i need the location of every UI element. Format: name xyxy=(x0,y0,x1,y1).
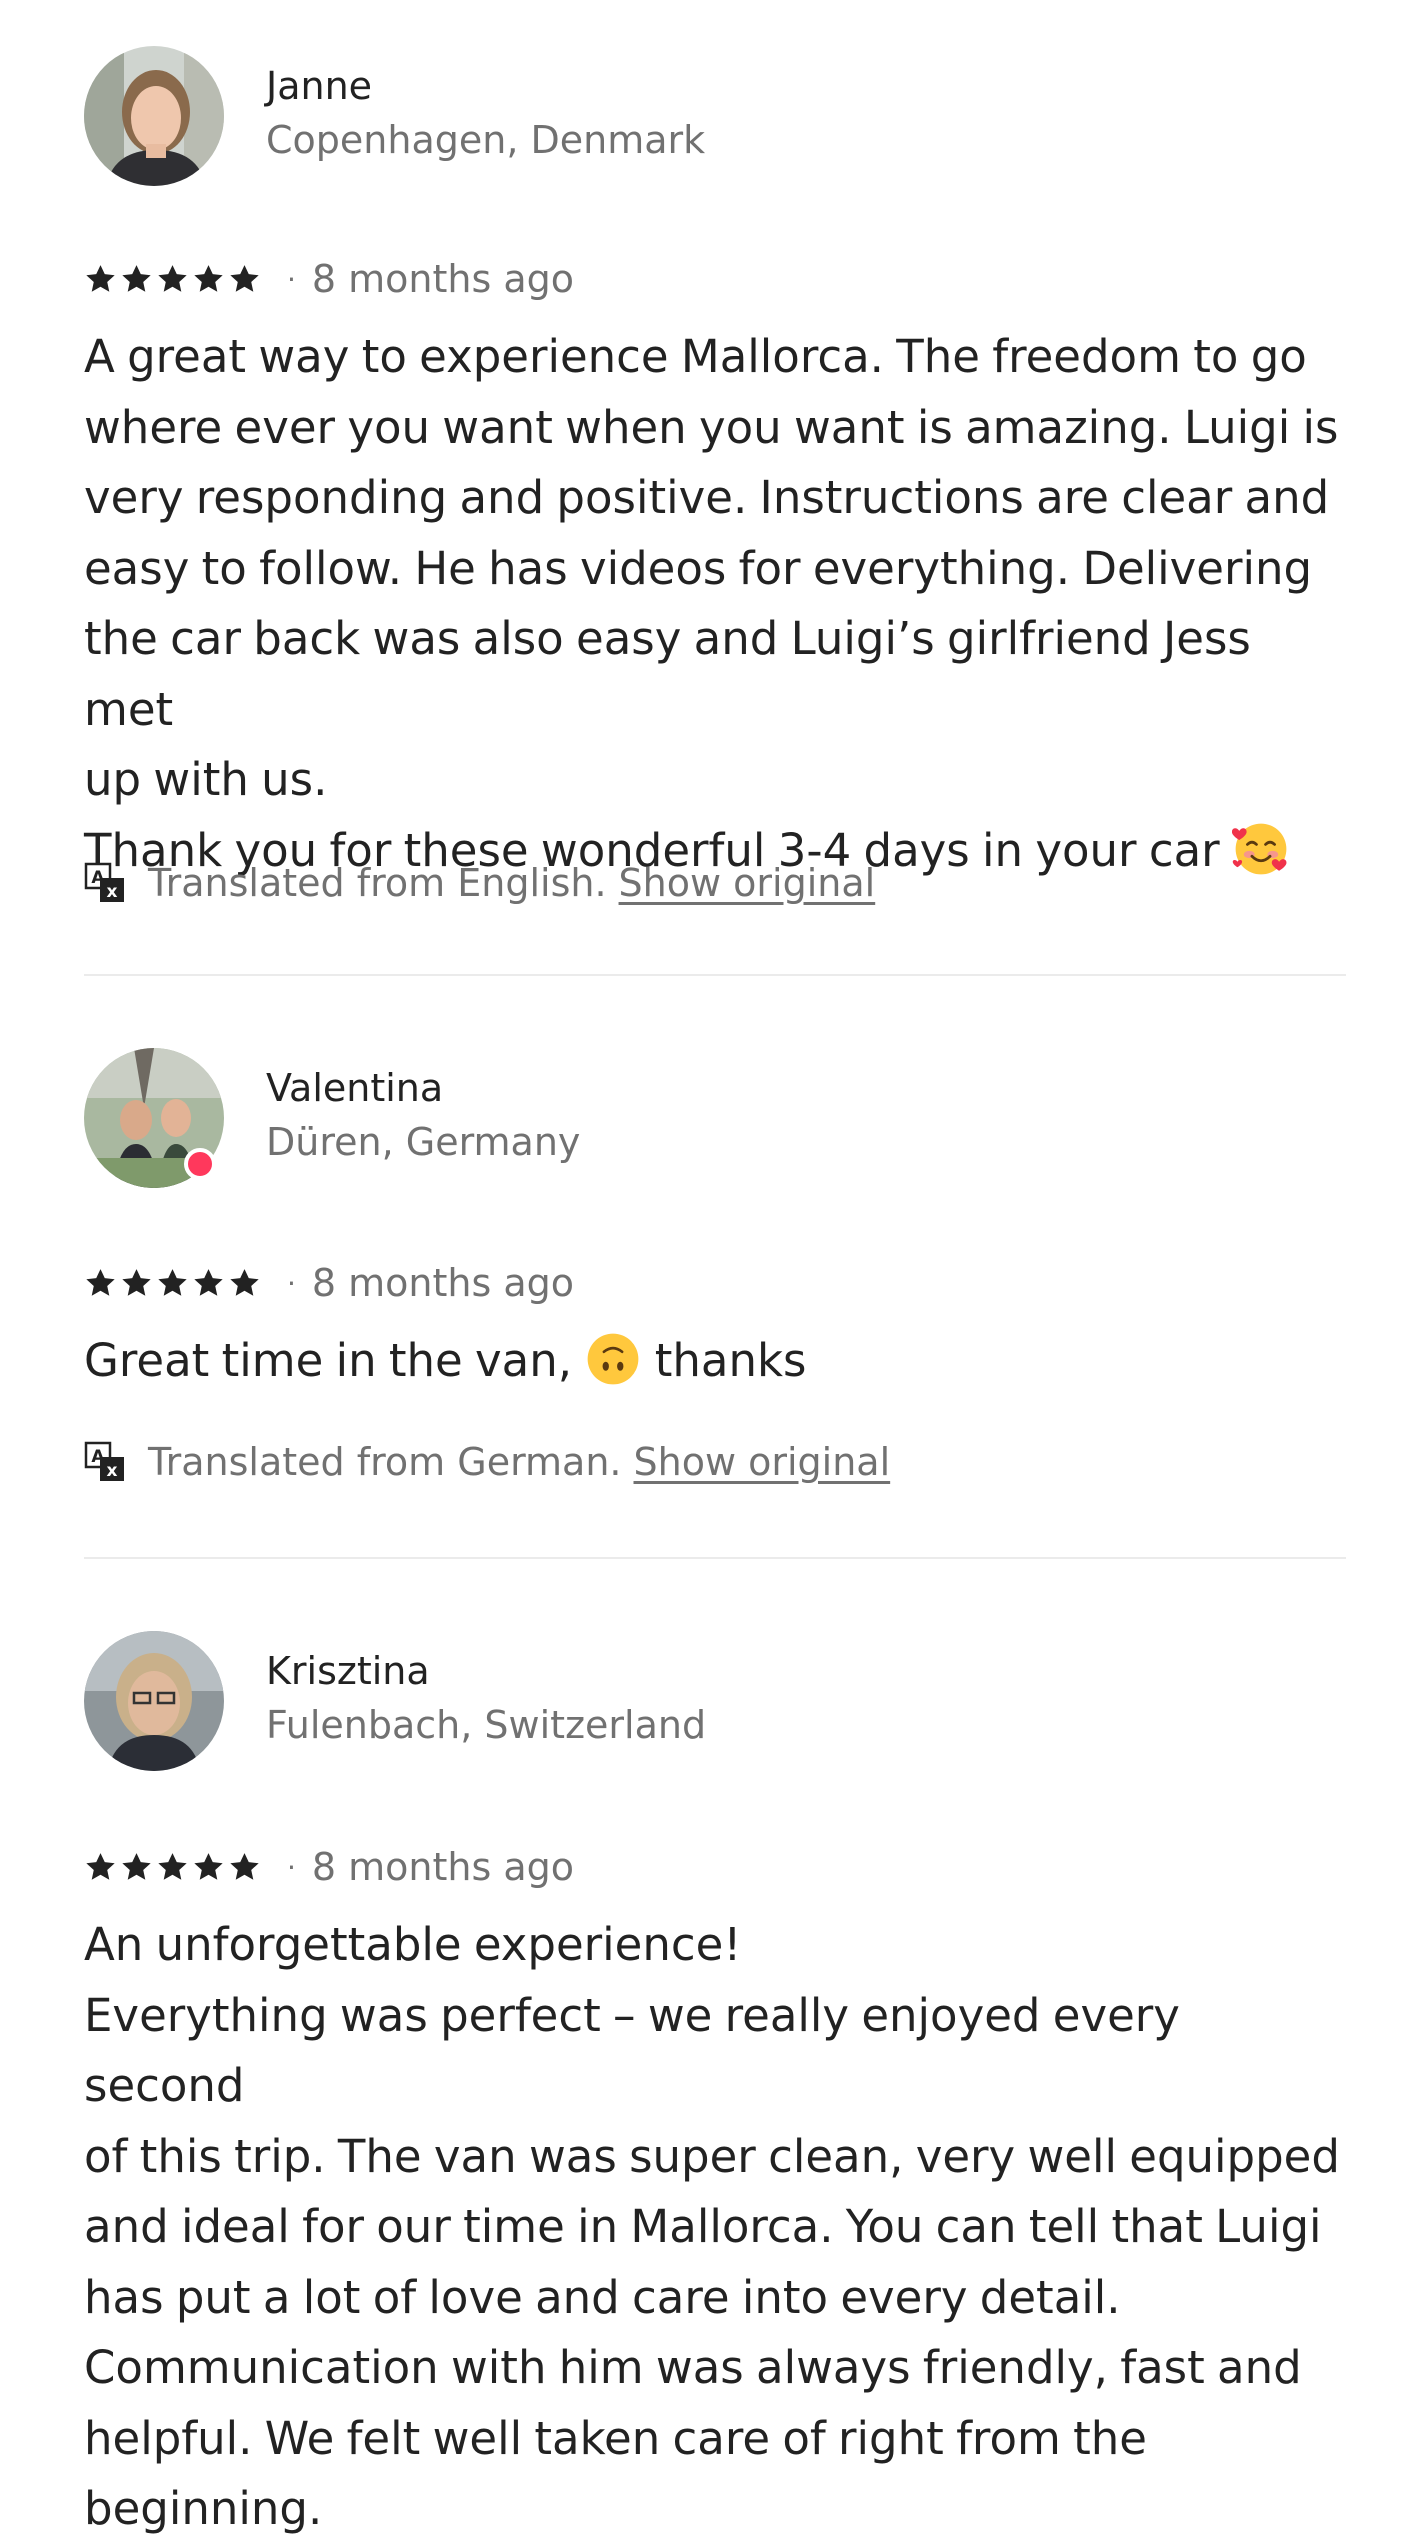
star-icon xyxy=(194,264,223,292)
review-divider xyxy=(84,974,1346,976)
reviews-list: Janne Copenhagen, Denmark · 8 months ago… xyxy=(0,0,1423,2535)
review-text-line: beginning. xyxy=(84,2482,323,2535)
reviewer-name: Valentina xyxy=(266,1066,444,1110)
reviewer-location: Fulenbach, Switzerland xyxy=(266,1703,707,1747)
star-icon xyxy=(122,1852,151,1880)
review-text-line: Everything was perfect – we really enjoy… xyxy=(84,1988,1180,2113)
review-card: Krisztina Fulenbach, Switzerland · 8 mon… xyxy=(84,1631,1346,2535)
review-header: Krisztina Fulenbach, Switzerland xyxy=(84,1631,1346,1771)
star-icon xyxy=(122,1268,151,1296)
review-text-line: Communication with him was always friend… xyxy=(84,2341,1302,2394)
review-text-line: A great way to experience Mallorca. The … xyxy=(84,330,1307,383)
rating-row: · 8 months ago xyxy=(84,254,574,304)
review-date: 8 months ago xyxy=(311,1845,575,1889)
review-header: Janne Copenhagen, Denmark xyxy=(84,46,1346,186)
star-icon xyxy=(230,1268,259,1296)
star-icon xyxy=(122,264,151,292)
svg-text:x: x xyxy=(107,882,118,902)
rating-row: · 8 months ago xyxy=(84,1258,574,1308)
review-text: A great way to experience Mallorca. The … xyxy=(84,322,1346,886)
review-text-line: and ideal for our time in Mallorca. You … xyxy=(84,2200,1322,2253)
review-text-line: helpful. We felt well taken care of righ… xyxy=(84,2411,1147,2465)
review-text-line: of this trip. The van was super clean, v… xyxy=(84,2129,1340,2183)
show-original-link[interactable]: Show original xyxy=(619,861,876,905)
show-original-link[interactable]: Show original xyxy=(634,1440,891,1484)
translate-icon: A x xyxy=(84,862,124,902)
review-date: 8 months ago xyxy=(311,257,575,301)
review-text-line: up with us. xyxy=(84,753,328,806)
star-rating xyxy=(84,263,261,296)
review-text-part: Great time in the van, xyxy=(84,1334,573,1387)
star-icon xyxy=(194,1268,223,1296)
star-icon xyxy=(194,1852,223,1880)
star-icon xyxy=(86,1268,115,1296)
star-icon xyxy=(158,1852,187,1880)
review-card: Janne Copenhagen, Denmark · 8 months ago… xyxy=(84,46,1346,905)
separator-dot: · xyxy=(287,1850,296,1884)
review-text: Great time in the van, thanks xyxy=(84,1326,1346,1397)
review-card: Valentina Düren, Germany · 8 months ago … xyxy=(84,1048,1346,1484)
review-header: Valentina Düren, Germany xyxy=(84,1048,1346,1188)
star-icon xyxy=(230,1852,259,1880)
review-text-line: has put a lot of love and care into ever… xyxy=(84,2270,1121,2324)
review-text-line: where ever you want when you want is ama… xyxy=(84,400,1339,454)
separator-dot: · xyxy=(287,262,296,296)
reviewer-location: Copenhagen, Denmark xyxy=(266,118,706,162)
translation-notice: A x Translated from German. Show origina… xyxy=(84,1438,890,1486)
review-text-line: the car back was also easy and Luigi’s g… xyxy=(84,612,1251,736)
star-icon xyxy=(158,1268,187,1296)
translate-icon: A x xyxy=(84,1441,124,1481)
star-icon xyxy=(230,264,259,292)
reviewer-name: Krisztina xyxy=(266,1649,430,1693)
review-text-line: An unforgettable experience! xyxy=(84,1918,742,1971)
translation-notice: A x Translated from English. Show origin… xyxy=(84,859,875,907)
star-rating xyxy=(84,1267,261,1300)
review-text: An unforgettable experience! Everything … xyxy=(84,1910,1346,2545)
review-date: 8 months ago xyxy=(311,1261,575,1305)
review-divider xyxy=(84,1557,1346,1559)
separator-dot: · xyxy=(287,1266,296,1300)
review-text-part: thanks xyxy=(654,1334,807,1387)
star-rating xyxy=(84,1851,261,1884)
star-icon xyxy=(158,264,187,292)
smiling-face-with-hearts-icon xyxy=(1231,823,1287,874)
star-icon xyxy=(86,1852,115,1880)
reviewer-avatar[interactable] xyxy=(84,1631,224,1771)
reviewer-avatar[interactable] xyxy=(84,46,224,186)
reviewer-badge xyxy=(184,1148,216,1180)
review-text-line: easy to follow. He has videos for everyt… xyxy=(84,541,1313,595)
review-text-line: very responding and positive. Instructio… xyxy=(84,471,1330,524)
svg-text:x: x xyxy=(107,1461,118,1481)
reviewer-location: Düren, Germany xyxy=(266,1120,581,1164)
upside-down-face-icon xyxy=(588,1333,639,1385)
star-icon xyxy=(86,264,115,292)
reviewer-name: Janne xyxy=(266,64,373,108)
translation-note: Translated from German. xyxy=(148,1440,622,1484)
rating-row: · 8 months ago xyxy=(84,1842,574,1892)
translation-note: Translated from English. xyxy=(148,861,607,905)
